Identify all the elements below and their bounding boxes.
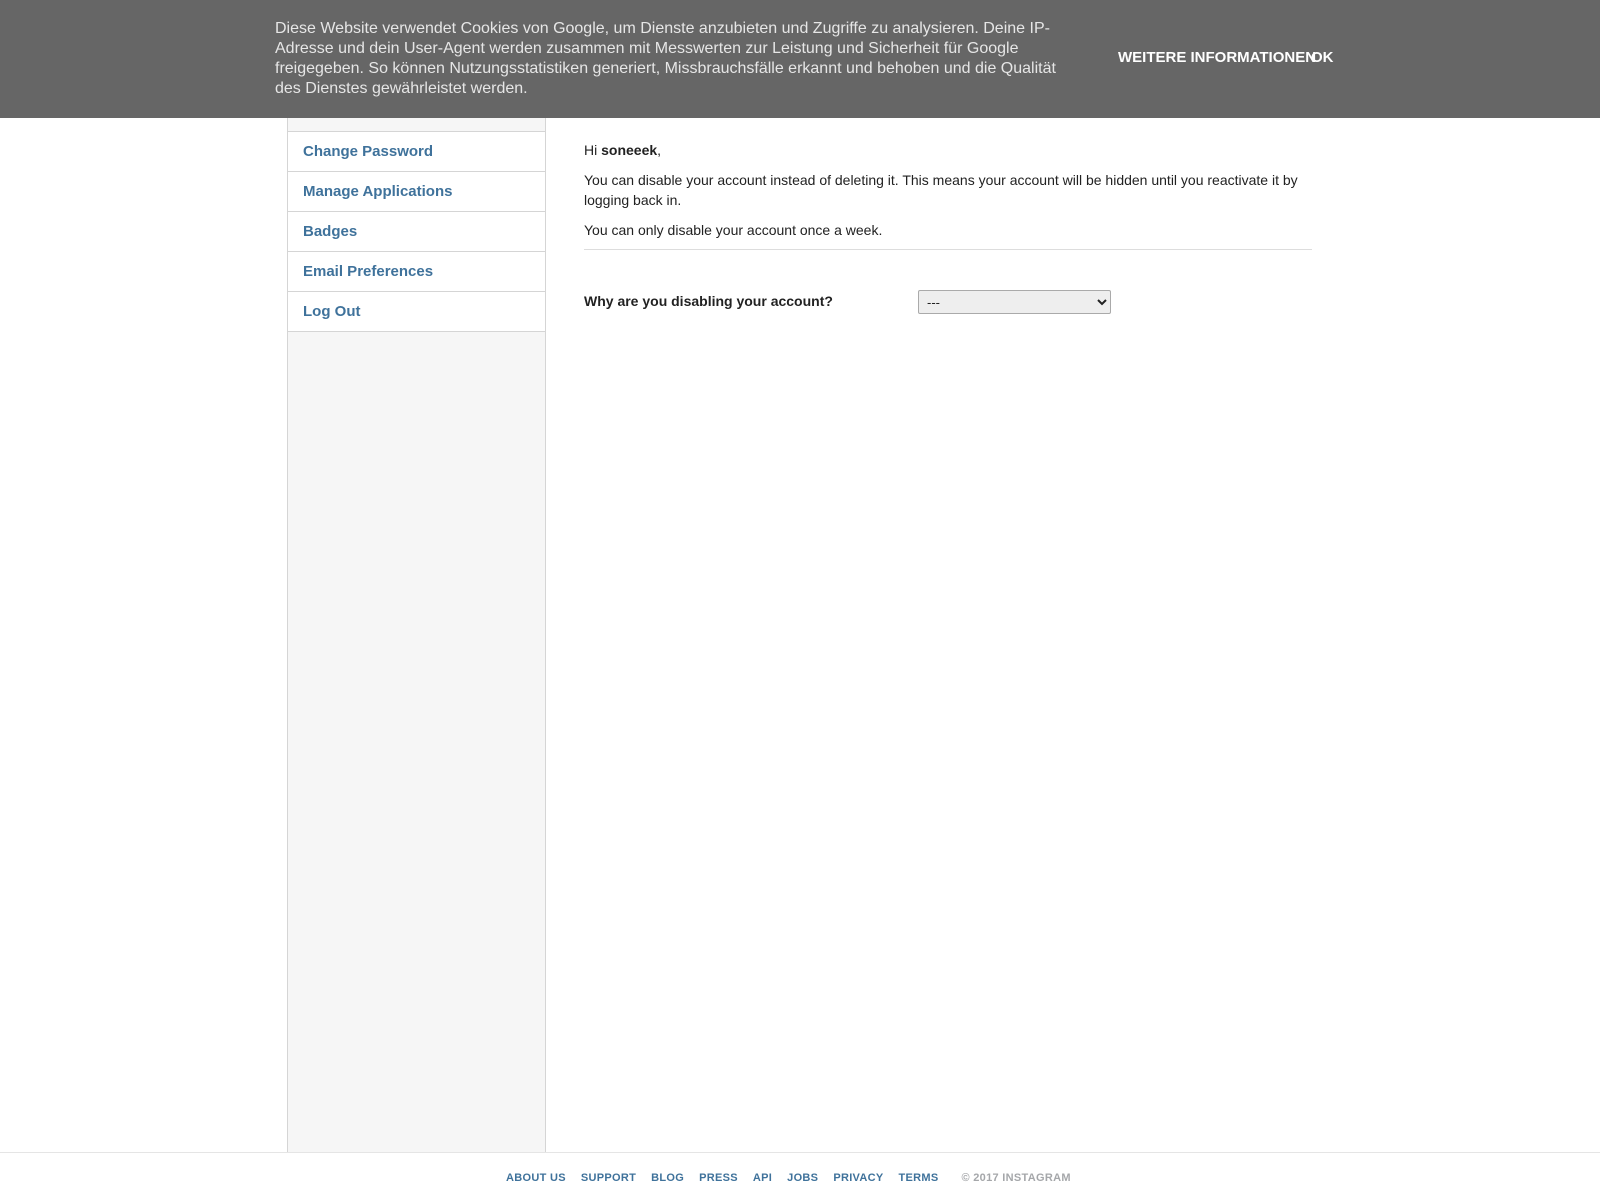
footer-link-blog[interactable]: BLOG — [651, 1172, 684, 1184]
greeting: Hi soneeek, — [584, 141, 661, 159]
cookie-banner: Diese Website verwendet Cookies von Goog… — [0, 0, 1600, 118]
username: soneeek — [601, 142, 658, 158]
sidebar-item-email-preferences[interactable]: Email Preferences — [288, 252, 545, 292]
footer-link-privacy[interactable]: PRIVACY — [833, 1172, 883, 1184]
greeting-suffix: , — [657, 142, 662, 158]
sidebar-item-change-password[interactable]: Change Password — [288, 132, 545, 172]
more-info-link[interactable]: WEITERE INFORMATIONEN — [1118, 49, 1316, 66]
footer-link-about-us[interactable]: ABOUT US — [506, 1172, 566, 1184]
copyright: © 2017 INSTAGRAM — [961, 1172, 1071, 1184]
sidebar-item-badges[interactable]: Badges — [288, 212, 545, 252]
cookie-ok-button[interactable]: OK — [1311, 49, 1334, 66]
disable-frequency-note: You can only disable your account once a… — [584, 222, 883, 238]
footer-link-support[interactable]: SUPPORT — [581, 1172, 636, 1184]
footer: ABOUT US SUPPORT BLOG PRESS API JOBS PRI… — [506, 1170, 1071, 1186]
footer-link-jobs[interactable]: JOBS — [787, 1172, 818, 1184]
footer-link-press[interactable]: PRESS — [699, 1172, 738, 1184]
sidebar-item-log-out[interactable]: Log Out — [288, 292, 545, 332]
footer-link-api[interactable]: API — [753, 1172, 772, 1184]
disable-explanation: You can disable your account instead of … — [584, 172, 1298, 208]
content-divider — [584, 249, 1312, 250]
disable-reason-select[interactable]: --- — [918, 290, 1111, 314]
greeting-prefix: Hi — [584, 142, 602, 158]
settings-nav: Change Password Manage Applications Badg… — [288, 132, 545, 332]
disable-reason-label: Why are you disabling your account? — [584, 293, 833, 309]
footer-divider — [0, 1152, 1600, 1153]
sidebar-item-manage-applications[interactable]: Manage Applications — [288, 172, 545, 212]
settings-sidebar: Change Password Manage Applications Badg… — [287, 118, 546, 1153]
footer-link-terms[interactable]: TERMS — [899, 1172, 939, 1184]
cookie-notice-text: Diese Website verwendet Cookies von Goog… — [275, 20, 1056, 97]
